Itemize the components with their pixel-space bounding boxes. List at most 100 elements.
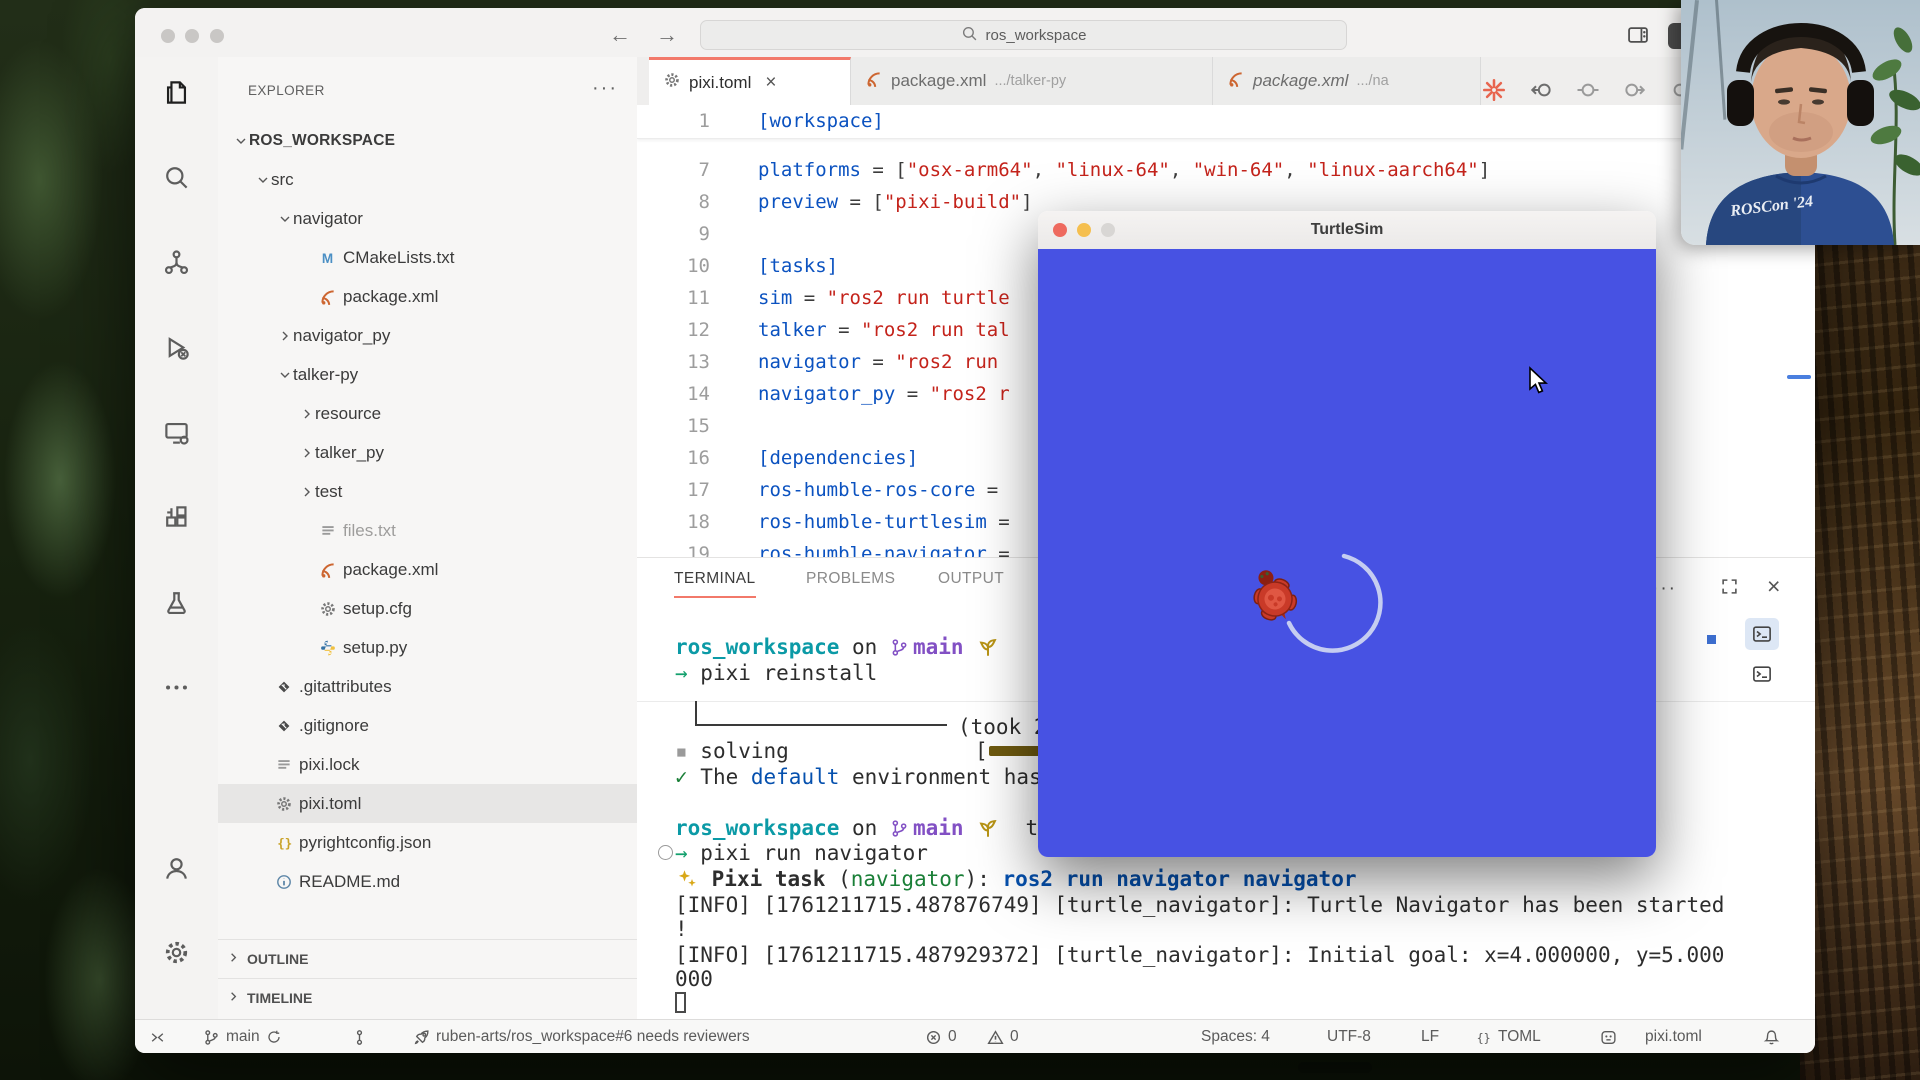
tree-item-label: files.txt bbox=[343, 521, 396, 541]
status-remote[interactable] bbox=[149, 1020, 166, 1053]
terminal-line: ros_workspace on main to bbox=[675, 815, 1051, 841]
status-indentation[interactable]: Spaces: 4 bbox=[1201, 1020, 1270, 1053]
chevron-down-icon bbox=[232, 132, 249, 149]
activity-explorer-icon[interactable] bbox=[135, 63, 218, 121]
terminal-line: Pixi task (navigator): ros2 run navigato… bbox=[675, 866, 1357, 892]
chevron-spacer bbox=[298, 561, 315, 578]
activity-source-control-icon[interactable] bbox=[135, 233, 218, 291]
mouse-cursor bbox=[1528, 366, 1554, 401]
line-number: 8 bbox=[637, 186, 710, 218]
activity-accounts-icon[interactable] bbox=[135, 839, 218, 897]
terminal-instance-icon[interactable] bbox=[1745, 618, 1779, 650]
chevron-right-icon bbox=[298, 483, 315, 500]
status-language-mode[interactable]: {}TOML bbox=[1475, 1020, 1541, 1053]
status-git-branch[interactable]: main bbox=[203, 1020, 282, 1053]
status-warnings[interactable]: 0 bbox=[987, 1020, 1019, 1053]
line-number: 13 bbox=[637, 346, 710, 378]
back-arrow-icon[interactable]: ← bbox=[609, 22, 631, 48]
command-center-search[interactable]: ros_workspace bbox=[700, 20, 1347, 50]
status-pixi-status[interactable] bbox=[1600, 1020, 1617, 1053]
status-notifications[interactable] bbox=[1763, 1020, 1780, 1053]
activity-more-views-icon[interactable] bbox=[135, 658, 218, 716]
nav-circle-forward-icon[interactable] bbox=[1617, 73, 1651, 107]
terminal-line: [INFO] [1761211715.487929372] [turtle_na… bbox=[675, 942, 1724, 968]
status-label: ruben-arts/ros_workspace#6 needs reviewe… bbox=[436, 1028, 750, 1046]
tree-item-package-xml[interactable]: package.xml bbox=[218, 550, 638, 589]
activity-settings-icon[interactable] bbox=[135, 923, 218, 981]
layout-panel-icon[interactable] bbox=[1627, 24, 1649, 51]
tree-item-files-txt[interactable]: files.txt bbox=[218, 511, 638, 550]
forward-arrow-icon[interactable]: → bbox=[656, 22, 678, 48]
terminal-instance-icon[interactable] bbox=[1745, 658, 1779, 690]
tree-item-ros-workspace[interactable]: ROS_WORKSPACE bbox=[218, 121, 638, 160]
tree-item-talker-py[interactable]: talker_py bbox=[218, 433, 638, 472]
close-icon[interactable]: × bbox=[765, 72, 776, 94]
tab-package-xml[interactable]: package.xml.../na bbox=[1213, 57, 1481, 105]
activity-testing-icon[interactable] bbox=[135, 573, 218, 631]
tree-item-navigator[interactable]: navigator bbox=[218, 199, 638, 238]
tree-item-label: talker_py bbox=[315, 443, 384, 463]
activity-remote-explorer-icon[interactable] bbox=[135, 403, 218, 461]
tree-item-cmakelists-txt[interactable]: MCMakeLists.txt bbox=[218, 238, 638, 277]
status-pr-status[interactable]: ruben-arts/ros_workspace#6 needs reviewe… bbox=[413, 1020, 750, 1053]
tree-item-label: navigator_py bbox=[293, 326, 390, 346]
code-text: [workspace] bbox=[758, 105, 884, 137]
tree-item-label: test bbox=[315, 482, 342, 502]
turtlesim-titlebar[interactable]: TurtleSim bbox=[1038, 211, 1656, 250]
headphone-cup bbox=[1847, 80, 1874, 126]
activity-run-debug-icon[interactable] bbox=[135, 318, 218, 376]
language-mode-icon: {} bbox=[1475, 1029, 1492, 1046]
tree-item-pixi-lock[interactable]: pixi.lock bbox=[218, 745, 638, 784]
tab-package-xml[interactable]: package.xml.../talker-py bbox=[851, 57, 1213, 105]
activity-search-icon[interactable] bbox=[135, 148, 218, 206]
tree-item-readme-md[interactable]: README.md bbox=[218, 862, 638, 901]
sparkles-icon bbox=[677, 869, 697, 889]
tree-item--gitignore[interactable]: .gitignore bbox=[218, 706, 638, 745]
chevron-down-icon bbox=[276, 366, 293, 383]
explorer-more-icon[interactable]: ··· bbox=[592, 77, 618, 100]
line-number: 15 bbox=[637, 410, 710, 442]
nav-circle-split-icon[interactable] bbox=[1571, 73, 1605, 107]
tree-item-setup-cfg[interactable]: setup.cfg bbox=[218, 589, 638, 628]
pixi-starburst-icon[interactable] bbox=[1477, 73, 1511, 107]
info-file-icon bbox=[273, 873, 294, 891]
tree-item-package-xml[interactable]: package.xml bbox=[218, 277, 638, 316]
status-compare[interactable] bbox=[351, 1020, 368, 1053]
close-traffic-light[interactable] bbox=[161, 29, 175, 43]
tree-item-label: setup.py bbox=[343, 638, 407, 658]
tree-item-pyrightconfig-json[interactable]: {}pyrightconfig.json bbox=[218, 823, 638, 862]
tree-item--gitattributes[interactable]: .gitattributes bbox=[218, 667, 638, 706]
tree-item-test[interactable]: test bbox=[218, 472, 638, 511]
zoom-traffic-light[interactable] bbox=[1101, 223, 1115, 237]
status-label: 0 bbox=[948, 1028, 957, 1046]
tree-item-label: ROS_WORKSPACE bbox=[249, 132, 395, 150]
terminal-line: [INFO] [1761211715.487876749] [turtle_na… bbox=[675, 892, 1724, 918]
turtlesim-window[interactable]: TurtleSim bbox=[1038, 211, 1656, 857]
tree-item-label: resource bbox=[315, 404, 381, 424]
status-label: Spaces: 4 bbox=[1201, 1028, 1270, 1046]
status-pixi-file[interactable]: pixi.toml bbox=[1645, 1020, 1702, 1053]
chevron-spacer bbox=[254, 834, 271, 851]
tree-item-resource[interactable]: resource bbox=[218, 394, 638, 433]
explorer-sidebar: EXPLORER ··· ROS_WORKSPACEsrcnavigatorMC… bbox=[218, 57, 638, 1019]
tab-pixi-toml[interactable]: pixi.toml× bbox=[649, 57, 851, 105]
nav-circle-back-icon[interactable] bbox=[1525, 73, 1559, 107]
cmake-file-icon: M bbox=[317, 249, 338, 267]
status-encoding[interactable]: UTF-8 bbox=[1327, 1020, 1371, 1053]
tree-item-talker-py[interactable]: talker-py bbox=[218, 355, 638, 394]
activity-extensions-icon[interactable] bbox=[135, 488, 218, 546]
search-value: ros_workspace bbox=[986, 27, 1087, 44]
minimize-traffic-light[interactable] bbox=[185, 29, 199, 43]
tree-item-pixi-toml[interactable]: pixi.toml bbox=[218, 784, 638, 823]
minimize-traffic-light[interactable] bbox=[1077, 223, 1091, 237]
zoom-traffic-light[interactable] bbox=[210, 29, 224, 43]
status-eol[interactable]: LF bbox=[1421, 1020, 1439, 1053]
tree-item-navigator-py[interactable]: navigator_py bbox=[218, 316, 638, 355]
outline-section[interactable]: OUTLINE bbox=[218, 939, 637, 978]
close-traffic-light[interactable] bbox=[1053, 223, 1067, 237]
timeline-section[interactable]: TIMELINE bbox=[218, 978, 637, 1017]
tree-item-setup-py[interactable]: setup.py bbox=[218, 628, 638, 667]
tree-item-src[interactable]: src bbox=[218, 160, 638, 199]
status-errors[interactable]: 0 bbox=[925, 1020, 957, 1053]
screen: ← → ros_workspace EXPLORER ··· ROS_WORKS… bbox=[0, 0, 1920, 1080]
